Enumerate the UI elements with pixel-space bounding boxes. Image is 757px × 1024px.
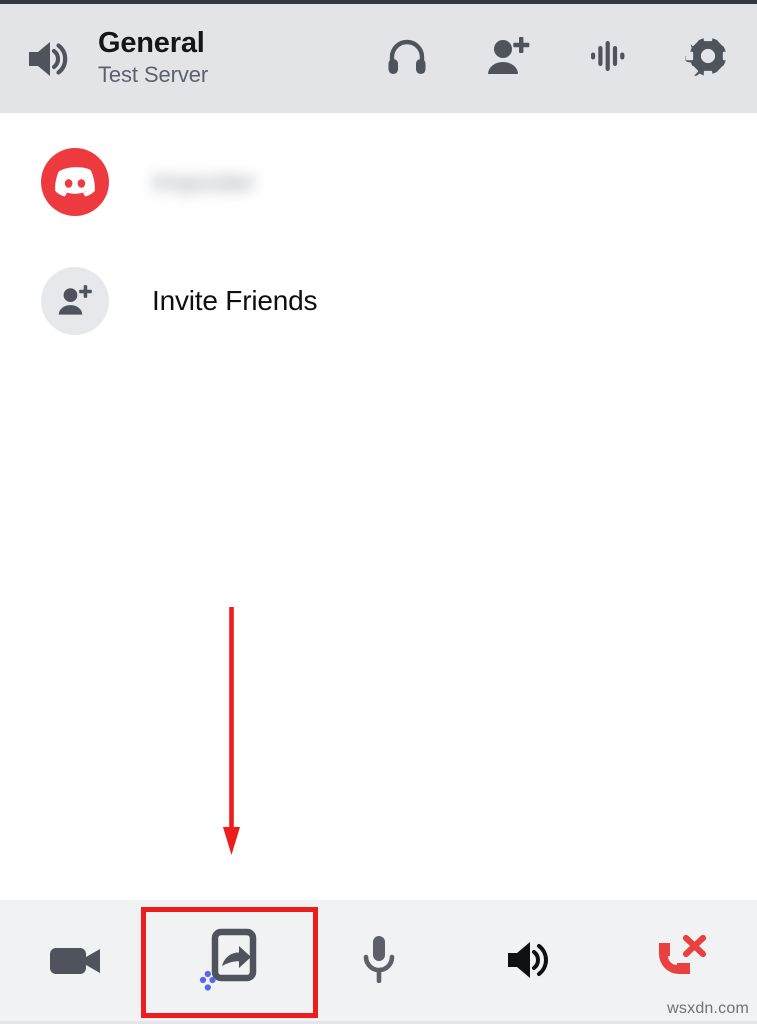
- invite-friends-row[interactable]: Invite Friends: [0, 242, 757, 360]
- screen-share-icon: [189, 924, 265, 1001]
- channel-settings-button[interactable]: [659, 4, 757, 113]
- member-row[interactable]: Imposter: [0, 123, 757, 241]
- voice-activity-button[interactable]: [558, 4, 659, 113]
- call-control-toolbar: [0, 900, 757, 1024]
- discord-voice-call-screen: General Test Server Imposter Invite Frie…: [0, 0, 757, 1024]
- toggle-video-button[interactable]: [0, 900, 151, 1024]
- soundwave-icon: [588, 35, 630, 82]
- toggle-speaker-button[interactable]: [454, 900, 605, 1024]
- header-titles: General Test Server: [98, 26, 208, 89]
- headphones-button[interactable]: [356, 4, 457, 113]
- server-name-label: Test Server: [98, 62, 209, 87]
- add-people-button[interactable]: [457, 4, 558, 113]
- volume-speaker-icon: [0, 38, 96, 80]
- member-name-label: Imposter: [152, 166, 256, 197]
- member-list: Imposter Invite Friends: [0, 113, 757, 900]
- page-title: General: [98, 27, 205, 59]
- speaker-icon: [505, 938, 555, 987]
- invite-friends-label: Invite Friends: [152, 285, 318, 316]
- headphones-icon: [384, 33, 430, 84]
- microphone-icon: [359, 933, 399, 992]
- watermark-label: wsxdn.com: [667, 1000, 749, 1017]
- end-call-icon: [653, 934, 709, 991]
- video-camera-icon: [48, 940, 104, 985]
- screen-share-button[interactable]: [151, 900, 302, 1024]
- discord-logo-avatar: [41, 148, 109, 216]
- header-actions: [356, 4, 757, 113]
- gear-icon: [685, 33, 731, 84]
- toggle-microphone-button[interactable]: [303, 900, 454, 1024]
- channel-header: General Test Server: [0, 4, 757, 113]
- add-person-icon: [484, 33, 532, 84]
- add-person-avatar: [41, 267, 109, 335]
